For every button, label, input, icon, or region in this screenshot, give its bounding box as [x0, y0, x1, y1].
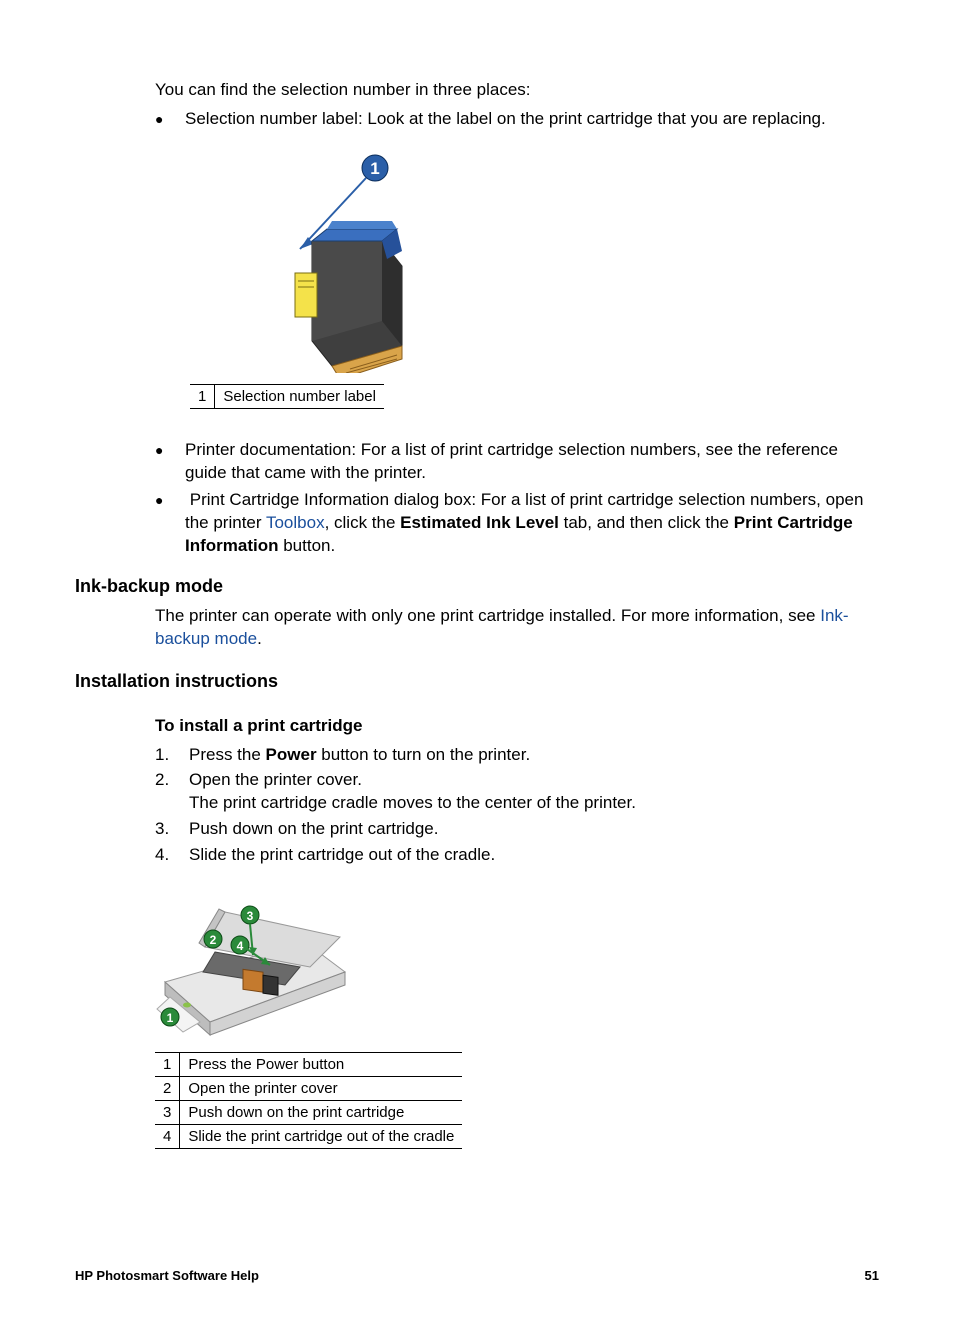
t2-t1: Press the Power button — [180, 1053, 463, 1077]
step-3: 3.Push down on the print cartridge. — [155, 818, 879, 841]
install-steps: 1.Press the Power button to turn on the … — [155, 744, 879, 868]
ink-backup-heading: Ink-backup mode — [75, 576, 879, 597]
svg-text:1: 1 — [370, 159, 379, 178]
svg-text:1: 1 — [167, 1011, 174, 1025]
footer-left: HP Photosmart Software Help — [75, 1268, 259, 1283]
svg-text:3: 3 — [247, 909, 254, 923]
label-text: Selection number label — [215, 384, 384, 408]
install-subheading: To install a print cartridge — [155, 716, 879, 736]
label-num: 1 — [190, 384, 215, 408]
toolbox-link[interactable]: Toolbox — [266, 513, 325, 532]
svg-text:2: 2 — [210, 933, 217, 947]
t2-t4: Slide the print cartridge out of the cra… — [180, 1125, 463, 1149]
printer-illustration: 1 2 3 4 — [155, 887, 879, 1042]
svg-text:4: 4 — [237, 939, 244, 953]
bullet-item-1: Selection number label: Look at the labe… — [155, 108, 879, 131]
bullet-list-1: Selection number label: Look at the labe… — [155, 108, 879, 131]
t2-n3: 3 — [155, 1101, 180, 1125]
t2-n2: 2 — [155, 1077, 180, 1101]
step-4: 4.Slide the print cartridge out of the c… — [155, 844, 879, 867]
installation-heading: Installation instructions — [75, 671, 879, 692]
bullet-item-3: Print Cartridge Information dialog box: … — [155, 489, 879, 558]
intro-text: You can find the selection number in thr… — [155, 80, 879, 100]
t2-n4: 4 — [155, 1125, 180, 1149]
step-2: 2.Open the printer cover. The print cart… — [155, 769, 879, 815]
ink-backup-body: The printer can operate with only one pr… — [155, 605, 879, 651]
t2-n1: 1 — [155, 1053, 180, 1077]
page-footer: HP Photosmart Software Help 51 — [75, 1268, 879, 1283]
t2-t2: Open the printer cover — [180, 1077, 463, 1101]
footer-page-number: 51 — [865, 1268, 879, 1283]
bullet-list-2: Printer documentation: For a list of pri… — [155, 439, 879, 558]
cartridge-illustration: 1 — [270, 153, 879, 378]
step-1: 1.Press the Power button to turn on the … — [155, 744, 879, 767]
t2-t3: Push down on the print cartridge — [180, 1101, 463, 1125]
bullet-item-2: Printer documentation: For a list of pri… — [155, 439, 879, 485]
label-table-2: 1 Press the Power button 2 Open the prin… — [155, 1052, 462, 1149]
label-table-1: 1 Selection number label — [190, 384, 384, 409]
